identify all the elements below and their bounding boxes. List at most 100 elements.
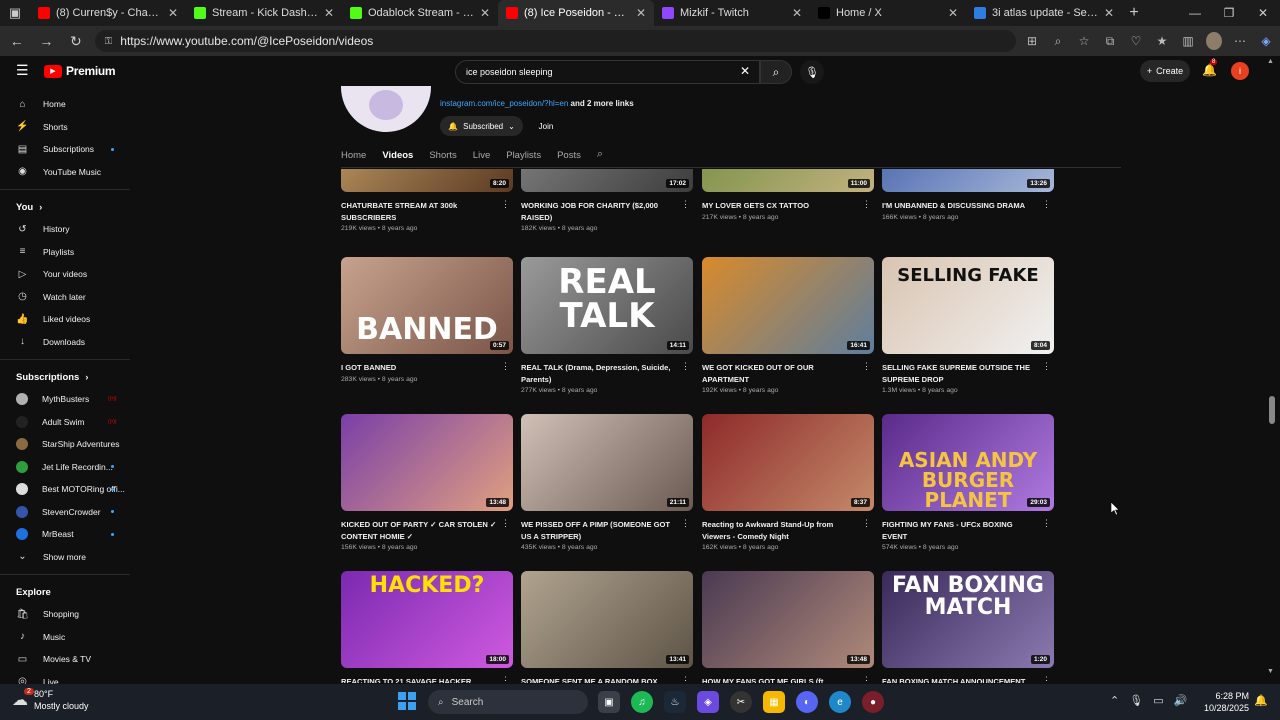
sidebar-item-home[interactable]: ⌂ Home <box>0 93 140 116</box>
more-actions-icon[interactable]: ⋮ <box>681 361 690 372</box>
sidebar-subscription[interactable]: Jet Life Recordin... <box>0 456 140 479</box>
video-thumbnail[interactable]: 11:00 <box>702 169 874 192</box>
video-title[interactable]: KICKED OUT OF PARTY ✓ CAR STOLEN ✓ CONTE… <box>341 519 499 542</box>
more-actions-icon[interactable]: ⋮ <box>862 361 871 372</box>
video-card[interactable]: 13:26 I'M UNBANNED & DISCUSSING DRAMA 166K… <box>882 169 1054 221</box>
more-actions-icon[interactable]: ⋮ <box>862 518 871 529</box>
recording-app-icon[interactable]: ● <box>862 691 884 713</box>
clear-search-icon[interactable]: ✕ <box>740 64 750 78</box>
video-title[interactable]: SOMEONE SENT ME A RANDOM BOX FROM <box>521 676 679 683</box>
show-more-button[interactable]: ⌄ Show more <box>0 546 140 569</box>
video-title[interactable]: I'M UNBANNED & DISCUSSING DRAMA <box>882 200 1040 212</box>
volume-icon[interactable]: 🔊 <box>1174 694 1188 707</box>
sidebar-subscription[interactable]: Best MOTORing offi... <box>0 478 140 501</box>
browser-tab[interactable]: (8) Ice Poseidon - YouTube ✕ <box>498 0 654 26</box>
sidebar-item-youtube-music[interactable]: ◉ YouTube Music <box>0 161 140 184</box>
notifications-icon[interactable]: 🔔 <box>1202 63 1217 77</box>
sidebar-item-music[interactable]: ♪ Music <box>0 626 140 649</box>
more-actions-icon[interactable]: ⋮ <box>1042 675 1051 683</box>
task-view-icon[interactable]: ▣ <box>598 691 620 713</box>
more-actions-icon[interactable]: ⋮ <box>1042 518 1051 529</box>
you-section-heading[interactable]: You › <box>0 196 140 218</box>
more-actions-icon[interactable]: ⋮ <box>501 518 510 529</box>
sidebar-item-playlists[interactable]: ≡ Playlists <box>0 241 140 264</box>
spotify-icon[interactable]: ♫ <box>631 691 653 713</box>
scroll-up-icon[interactable]: ▲ <box>1267 58 1274 65</box>
video-card[interactable]: Chaturbat8:20 CHATURBATE STREAM AT 300k S… <box>341 169 513 232</box>
browser-tab[interactable]: Home / X ✕ <box>810 0 966 26</box>
copilot-app-icon[interactable]: ◈ <box>697 691 719 713</box>
video-card[interactable]: $1,50017:02 WORKING JOB FOR CHARITY ($2,0… <box>521 169 693 232</box>
close-tab-icon[interactable]: ✕ <box>480 6 490 20</box>
app-icon[interactable]: ⊞ <box>1024 34 1040 48</box>
more-links[interactable]: and 2 more links <box>571 99 634 108</box>
video-title[interactable]: REAL TALK (Drama, Depression, Suicide, P… <box>521 362 679 385</box>
notification-center-icon[interactable]: 🔔 <box>1254 694 1268 707</box>
more-actions-icon[interactable]: ⋮ <box>681 675 690 683</box>
extensions-icon[interactable]: ⧉ <box>1102 34 1118 49</box>
menu-icon[interactable]: ☰ <box>16 62 29 79</box>
video-thumbnail[interactable]: 13:48 <box>702 571 874 668</box>
video-title[interactable]: WE PISSED OFF A PIMP (SOMEONE GOT US A S… <box>521 519 679 542</box>
video-thumbnail[interactable]: 13:48 <box>341 414 513 511</box>
subscriptions-section-heading[interactable]: Subscriptions › <box>0 366 140 388</box>
sidebar-item-your-videos[interactable]: ▷ Your videos <box>0 263 140 286</box>
close-tab-icon[interactable]: ✕ <box>1104 6 1114 20</box>
video-thumbnail[interactable]: Chaturbat8:20 <box>341 169 513 192</box>
new-tab-button[interactable]: + <box>1122 4 1146 22</box>
more-actions-icon[interactable]: ⋮ <box>1042 361 1051 372</box>
browser-tab[interactable]: Mizkif - Twitch ✕ <box>654 0 810 26</box>
video-thumbnail[interactable]: $1,50017:02 <box>521 169 693 192</box>
browser-essentials-icon[interactable]: ♡ <box>1128 34 1144 48</box>
channel-avatar[interactable] <box>341 86 431 132</box>
tab-home[interactable]: Home <box>341 146 366 167</box>
collections-icon[interactable]: ▥ <box>1180 34 1196 48</box>
microphone-icon[interactable]: 🎙 <box>1129 694 1143 707</box>
youtube-premium-logo[interactable]: ▶ Premium <box>44 64 116 78</box>
more-actions-icon[interactable]: ⋮ <box>501 361 510 372</box>
video-thumbnail[interactable]: REAL TALK 14:11 <box>521 257 693 354</box>
forward-icon[interactable]: → <box>36 33 58 49</box>
tab-playlists[interactable]: Playlists <box>506 146 541 167</box>
account-avatar[interactable]: i <box>1231 62 1249 80</box>
close-tab-icon[interactable]: ✕ <box>948 6 958 20</box>
profile-avatar[interactable] <box>1206 32 1222 50</box>
join-button[interactable]: Join <box>530 116 562 136</box>
maximize-button[interactable]: ❐ <box>1212 6 1246 20</box>
more-actions-icon[interactable]: ⋮ <box>862 199 871 210</box>
subscribed-button[interactable]: 🔔 Subscribed ⌄ <box>440 116 523 136</box>
tab-posts[interactable]: Posts <box>557 146 581 167</box>
browser-tab[interactable]: Odablock Stream - Watch l ✕ <box>342 0 498 26</box>
tab-actions-icon[interactable]: ▣ <box>0 0 30 26</box>
discord-icon[interactable]: ◐ <box>796 691 818 713</box>
video-thumbnail[interactable]: 16:41 <box>702 257 874 354</box>
back-icon[interactable]: ← <box>6 33 28 49</box>
scroll-down-icon[interactable]: ▼ <box>1267 668 1274 675</box>
video-card[interactable]: SELLING FAKE 8:04 SELLING FAKE SUPREME OUT… <box>882 257 1054 394</box>
more-actions-icon[interactable]: ⋮ <box>862 675 871 683</box>
favorites-icon[interactable]: ★ <box>1154 34 1170 48</box>
browser-tab[interactable]: Stream - Kick Dashboard ✕ <box>186 0 342 26</box>
video-title[interactable]: FAN BOXING MATCH ANNOUNCEMENT <box>882 676 1040 683</box>
more-actions-icon[interactable]: ⋮ <box>501 199 510 210</box>
video-title[interactable]: Reacting to Awkward Stand-Up from Viewer… <box>702 519 860 542</box>
video-card[interactable]: 13:48 HOW MY FANS GOT ME GIRLS (ft ⋮ <box>702 571 874 683</box>
site-info-icon[interactable]: ⚿ <box>105 36 113 47</box>
more-actions-icon[interactable]: ⋮ <box>681 199 690 210</box>
tab-shorts[interactable]: Shorts <box>429 146 456 167</box>
sidebar-subscription[interactable]: StevenCrowder <box>0 501 140 524</box>
video-thumbnail[interactable]: 13:41 <box>521 571 693 668</box>
video-card[interactable]: 11:00 MY LOVER GETS CX TATTOO 217K views •… <box>702 169 874 221</box>
video-card[interactable]: ASIAN ANDY BURGER PLANET 29:03 FIGHTING MY… <box>882 414 1054 551</box>
search-input[interactable]: ice poseidon sleeping <box>455 60 760 84</box>
channel-search-icon[interactable]: ⌕ <box>597 146 603 167</box>
copilot-icon[interactable]: ◈ <box>1258 34 1274 48</box>
video-title[interactable]: WORKING JOB FOR CHARITY ($2,000 RAISED) <box>521 200 679 223</box>
browser-tab[interactable]: 3i atlas update - Search ✕ <box>966 0 1122 26</box>
video-thumbnail[interactable]: ASIAN ANDY BURGER PLANET 29:03 <box>882 414 1054 511</box>
edge-icon[interactable]: e <box>829 691 851 713</box>
scrollbar-thumb[interactable] <box>1269 396 1275 424</box>
taskbar-search[interactable]: ⌕ Search <box>428 690 588 714</box>
video-title[interactable]: HOW MY FANS GOT ME GIRLS (ft <box>702 676 860 683</box>
start-button[interactable] <box>398 692 416 710</box>
